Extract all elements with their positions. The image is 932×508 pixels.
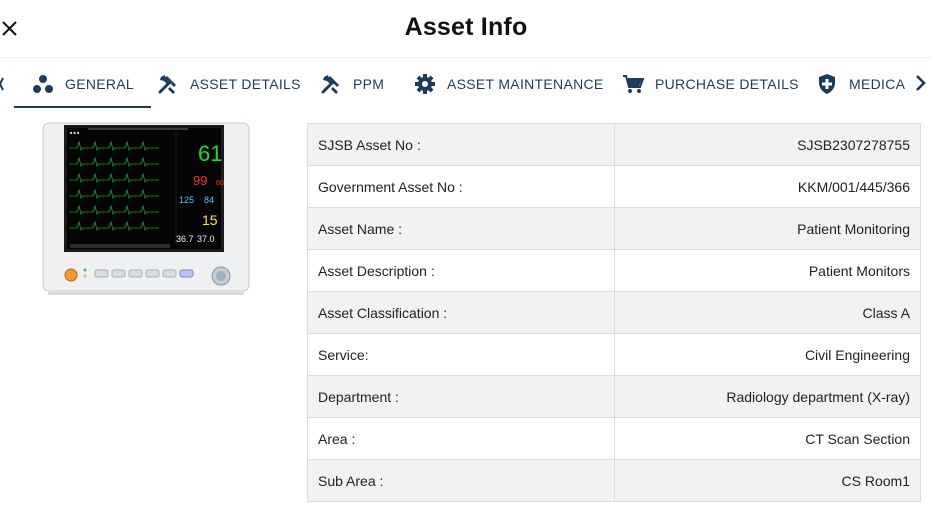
tab-bar: GENERAL ASSET DETAILS PPM ASSET MAINTENA… xyxy=(0,60,906,108)
tab-asset-details[interactable]: ASSET DETAILS xyxy=(156,60,301,108)
asset-info-table: SJSB Asset No : SJSB2307278755 Governmen… xyxy=(307,123,921,502)
row-label: Service: xyxy=(307,333,615,376)
row-label: SJSB Asset No : xyxy=(307,123,615,166)
monitor-spo2: 99 xyxy=(193,173,207,188)
table-row: Department : Radiology department (X-ray… xyxy=(307,375,921,418)
row-value: Patient Monitors xyxy=(614,249,921,292)
tab-label: GENERAL xyxy=(65,76,135,92)
row-label: Department : xyxy=(307,375,615,418)
row-label: Asset Description : xyxy=(307,249,615,292)
tab-general[interactable]: GENERAL xyxy=(13,60,152,108)
svg-text:■ ■ ■: ■ ■ ■ xyxy=(70,130,80,135)
row-label: Government Asset No : xyxy=(307,165,615,208)
tabs-scroll-right-button[interactable] xyxy=(908,70,932,96)
table-row: Area : CT Scan Section xyxy=(307,417,921,460)
monitor-nibp-b: 84 xyxy=(204,195,214,205)
row-value: Civil Engineering xyxy=(614,333,921,376)
tab-label: ASSET DETAILS xyxy=(190,76,301,92)
monitor-temp2: 37.0 xyxy=(197,234,215,244)
row-label: Asset Classification : xyxy=(307,291,615,334)
monitor-nibp: 125 xyxy=(179,195,194,205)
row-value: KKM/001/445/366 xyxy=(614,165,921,208)
header: Asset Info xyxy=(0,0,932,58)
gear-icon xyxy=(413,72,437,96)
row-value: Class A xyxy=(614,291,921,334)
row-label: Sub Area : xyxy=(307,459,615,502)
row-value: CS Room1 xyxy=(614,459,921,502)
medical-shield-icon xyxy=(815,72,839,96)
tab-medical[interactable]: MEDICAL xyxy=(815,60,906,108)
cart-icon xyxy=(621,72,645,96)
asset-image: ■ ■ ■ 61 99 60 125 84 15 36.7 37.0 xyxy=(42,122,250,296)
table-row: Service: Civil Engineering xyxy=(307,333,921,376)
tab-label: PPM xyxy=(353,76,385,92)
row-label: Asset Name : xyxy=(307,207,615,250)
row-value: CT Scan Section xyxy=(614,417,921,460)
tab-label: PURCHASE DETAILS xyxy=(655,76,799,92)
wrench-icon xyxy=(319,72,343,96)
table-row: SJSB Asset No : SJSB2307278755 xyxy=(307,123,921,166)
scatter-dots-icon xyxy=(31,72,55,96)
table-row: Asset Name : Patient Monitoring xyxy=(307,207,921,250)
table-row: Asset Classification : Class A xyxy=(307,291,921,334)
row-value: Radiology department (X-ray) xyxy=(614,375,921,418)
row-label: Area : xyxy=(307,417,615,460)
tab-purchase-details[interactable]: PURCHASE DETAILS xyxy=(621,60,799,108)
row-value: SJSB2307278755 xyxy=(614,123,921,166)
row-value: Patient Monitoring xyxy=(614,207,921,250)
table-row: Asset Description : Patient Monitors xyxy=(307,249,921,292)
tools-icon xyxy=(156,72,180,96)
monitor-resp: 15 xyxy=(202,212,218,228)
tab-ppm[interactable]: PPM xyxy=(319,60,384,108)
table-row: Sub Area : CS Room1 xyxy=(307,459,921,502)
tab-label: MEDICAL xyxy=(849,76,906,92)
page-title: Asset Info xyxy=(404,13,528,41)
monitor-spo2-small: 60 xyxy=(216,180,224,187)
tab-asset-maintenance[interactable]: ASSET MAINTENANCE xyxy=(413,60,604,108)
chevron-right-icon xyxy=(916,75,926,91)
tab-label: ASSET MAINTENANCE xyxy=(447,76,604,92)
monitor-heart-rate: 61 xyxy=(198,141,222,166)
table-row: Government Asset No : KKM/001/445/366 xyxy=(307,165,921,208)
monitor-temp1: 36.7 xyxy=(176,234,194,244)
